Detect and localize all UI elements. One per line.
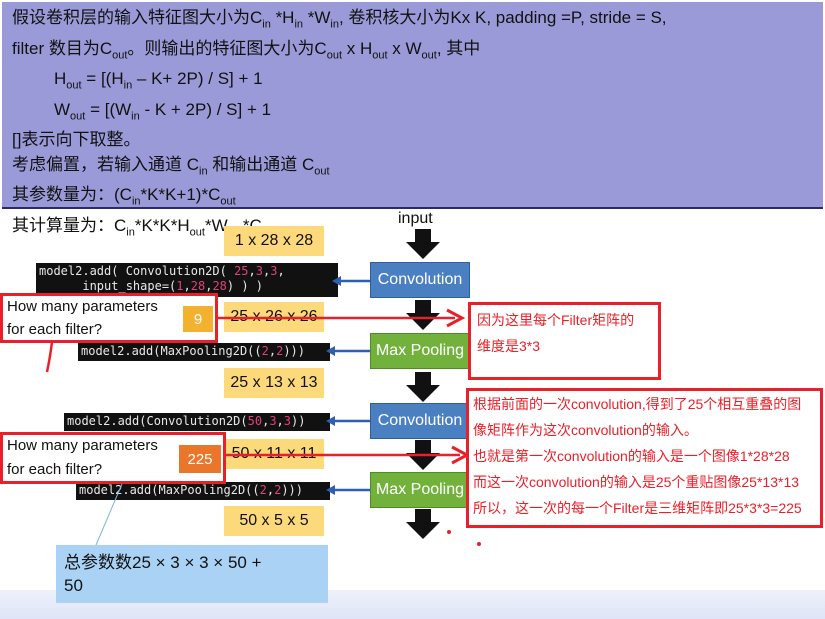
pointer-line bbox=[95, 483, 123, 546]
total-params-line-1: 总参数数25 × 3 × 3 × 50 + bbox=[64, 553, 262, 572]
note-1-line-1: 因为这里每个Filter矩阵的 bbox=[477, 312, 635, 328]
note-2-line-5: 所以，这一次的每一个Filter是三维矩阵即25*3*3=225 bbox=[473, 500, 802, 516]
note-2-line-3: 也就是第一次convolution的输入是一个图像1*28*28 bbox=[473, 448, 790, 464]
red-pen-dot bbox=[447, 530, 451, 534]
note-box-2: 根据前面的一次convolution,得到了25个相互重叠的图 像矩阵作为这次c… bbox=[466, 388, 823, 528]
note-2-line-1: 根据前面的一次convolution,得到了25个相互重叠的图 bbox=[473, 396, 802, 412]
total-params-box: 总参数数25 × 3 × 3 × 50 + 50 bbox=[56, 545, 328, 603]
note-2-line-2: 像矩阵作为这次convolution的输入。 bbox=[473, 422, 698, 438]
red-pen-dot bbox=[477, 542, 481, 546]
note-2-line-4: 而这一次convolution的输入是25个重贴图像25*13*13 bbox=[473, 474, 800, 490]
total-params-line-2: 50 bbox=[64, 576, 83, 595]
red-pen-stroke bbox=[45, 341, 54, 373]
note-1-line-2: 维度是3*3 bbox=[477, 338, 541, 354]
note-box-1: 因为这里每个Filter矩阵的 维度是3*3 bbox=[468, 302, 661, 380]
